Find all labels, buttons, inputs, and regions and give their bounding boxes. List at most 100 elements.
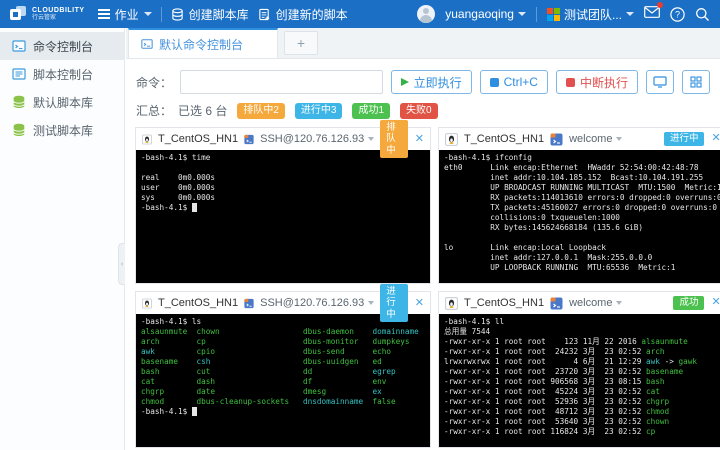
script-console-icon xyxy=(12,67,26,81)
database-icon xyxy=(12,95,26,109)
create-script-lib-button[interactable]: 创建脚本库 xyxy=(171,6,249,23)
sidebar-item-script-console[interactable]: 脚本控制台 xyxy=(0,60,124,88)
terminal-card-header: T_CentOS_HN1 welcome 进行中 ✕ xyxy=(439,128,720,150)
monitor-icon xyxy=(653,76,667,88)
terminal-console-icon xyxy=(12,39,26,53)
new-document-icon xyxy=(258,8,271,21)
chevron-down-icon xyxy=(626,12,634,16)
terminal-card: T_CentOS_HN1 welcome 成功 ✕ -bash-4.1$ ll总… xyxy=(438,291,720,448)
create-new-script-button[interactable]: 创建新的脚本 xyxy=(258,6,348,23)
sidebar-item-default-script-lib[interactable]: 默认脚本库 xyxy=(0,88,124,116)
session-icon xyxy=(550,297,563,310)
chevron-down-icon xyxy=(518,12,526,16)
team-icon xyxy=(547,8,560,21)
close-icon[interactable]: ✕ xyxy=(711,133,720,144)
close-icon[interactable]: ✕ xyxy=(415,134,424,145)
logo-icon xyxy=(10,6,27,23)
user-avatar[interactable] xyxy=(417,5,435,23)
tab-default-command-console[interactable]: 默认命令控制台 xyxy=(128,28,278,58)
session-label: welcome xyxy=(569,133,612,145)
search-icon[interactable] xyxy=(695,7,710,22)
terminal-cards-grid: T_CentOS_HN1 SSH@120.76.126.93 排队中 ✕ -ba… xyxy=(135,127,712,448)
terminal-card: T_CentOS_HN1 welcome 进行中 ✕ -bash-4.1$ if… xyxy=(438,127,720,284)
os-linux-icon xyxy=(445,297,458,310)
terminal-card: T_CentOS_HN1 SSH@120.76.126.93 排队中 ✕ -ba… xyxy=(135,127,431,284)
database-icon xyxy=(12,123,26,137)
sidebar: 命令控制台 脚本控制台 默认脚本库 测试脚本库 ‹ xyxy=(0,28,125,450)
run-now-label: 立即执行 xyxy=(414,74,462,91)
host-name: T_CentOS_HN1 xyxy=(464,297,544,309)
team-label: 测试团队... xyxy=(564,6,622,23)
session-icon xyxy=(244,133,254,146)
messages-button[interactable] xyxy=(644,5,660,23)
svg-text:?: ? xyxy=(675,9,680,19)
terminal-output[interactable]: -bash-4.1$ lsalsaunmute chown dbus-daemo… xyxy=(136,314,430,447)
grid-layout-button[interactable] xyxy=(682,70,710,94)
session-select[interactable]: welcome xyxy=(569,297,622,309)
run-now-button[interactable]: 立即执行 xyxy=(391,70,472,94)
os-linux-icon xyxy=(445,133,458,146)
session-select[interactable]: SSH@120.76.126.93 xyxy=(260,297,374,309)
chevron-down-icon xyxy=(368,137,374,141)
session-label: SSH@120.76.126.93 xyxy=(260,297,364,309)
add-tab-button[interactable]: + xyxy=(284,31,318,55)
fullscreen-terminal-button[interactable] xyxy=(646,70,674,94)
sidebar-item-test-script-lib[interactable]: 测试脚本库 xyxy=(0,116,124,144)
os-linux-icon xyxy=(142,297,152,310)
sidebar-item-label: 脚本控制台 xyxy=(33,66,93,83)
host-name: T_CentOS_HN1 xyxy=(158,133,238,145)
summary-row: 汇总： 已选 6 台 排队中2 进行中3 成功1 失败0 xyxy=(136,102,710,119)
logo-title: CLOUDBILITY xyxy=(32,7,85,14)
sidebar-item-label: 命令控制台 xyxy=(33,38,93,55)
jobs-menu-label: 作业 xyxy=(115,6,139,23)
username-label: yuangaoqing xyxy=(445,7,514,21)
chevron-down-icon xyxy=(616,301,622,305)
command-input[interactable] xyxy=(180,70,383,94)
sidebar-collapse-handle[interactable]: ‹ xyxy=(118,243,125,285)
envelope-icon xyxy=(644,6,660,18)
status-badge-running: 进行中3 xyxy=(295,103,343,119)
status-badge: 排队中 xyxy=(380,120,407,157)
session-select[interactable]: welcome xyxy=(569,133,622,145)
help-icon[interactable]: ? xyxy=(670,7,685,22)
status-badge-success: 成功1 xyxy=(352,103,390,119)
interrupt-button[interactable]: 中断执行 xyxy=(556,70,638,94)
status-badge: 进行中 xyxy=(380,284,407,321)
terminal-console-icon xyxy=(141,38,153,50)
user-menu[interactable]: yuangaoqing xyxy=(445,7,526,21)
tab-label: 默认命令控制台 xyxy=(159,36,243,53)
app-logo[interactable]: CLOUDBILITY 行云管家 xyxy=(10,6,85,23)
status-badge: 成功 xyxy=(673,296,704,310)
close-icon[interactable]: ✕ xyxy=(711,297,720,308)
main-content: 默认命令控制台 + 命令： 立即执行 Ctrl+C 中断执行 xyxy=(126,28,720,450)
topbar: CLOUDBILITY 行云管家 作业 创建脚本库 创建新的脚本 yuangao… xyxy=(0,0,720,28)
chevron-down-icon xyxy=(616,137,622,141)
command-bar: 命令： 立即执行 Ctrl+C 中断执行 xyxy=(136,70,710,94)
terminal-output[interactable]: -bash-4.1$ ifconfigeth0 Link encap:Ether… xyxy=(439,150,720,283)
close-icon[interactable]: ✕ xyxy=(415,298,424,309)
stop-icon xyxy=(566,78,575,87)
host-name: T_CentOS_HN1 xyxy=(464,133,544,145)
terminal-card-header: T_CentOS_HN1 SSH@120.76.126.93 排队中 ✕ xyxy=(136,128,430,150)
summary-label: 汇总： xyxy=(136,102,172,119)
command-label: 命令： xyxy=(136,74,172,91)
terminal-output[interactable]: -bash-4.1$ ll总用量 7544-rwxr-xr-x 1 root r… xyxy=(439,314,720,447)
terminal-card: T_CentOS_HN1 SSH@120.76.126.93 进行中 ✕ -ba… xyxy=(135,291,431,448)
create-script-lib-label: 创建脚本库 xyxy=(189,6,249,23)
ctrl-c-button[interactable]: Ctrl+C xyxy=(480,70,548,94)
keyboard-icon xyxy=(490,78,499,87)
session-label: welcome xyxy=(569,297,612,309)
session-label: SSH@120.76.126.93 xyxy=(260,133,364,145)
play-icon xyxy=(401,78,409,86)
jobs-menu[interactable]: 作业 xyxy=(98,6,152,23)
chevron-down-icon xyxy=(368,301,374,305)
logo-subtitle: 行云管家 xyxy=(32,15,85,21)
session-icon xyxy=(244,297,254,310)
team-menu[interactable]: 测试团队... xyxy=(547,6,634,23)
terminal-output[interactable]: -bash-4.1$ time real 0m0.000suser 0m0.00… xyxy=(136,150,430,283)
database-icon xyxy=(171,8,184,21)
session-select[interactable]: SSH@120.76.126.93 xyxy=(260,133,374,145)
create-new-script-label: 创建新的脚本 xyxy=(276,6,348,23)
sidebar-item-command-console[interactable]: 命令控制台 xyxy=(0,32,124,60)
os-linux-icon xyxy=(142,133,152,146)
